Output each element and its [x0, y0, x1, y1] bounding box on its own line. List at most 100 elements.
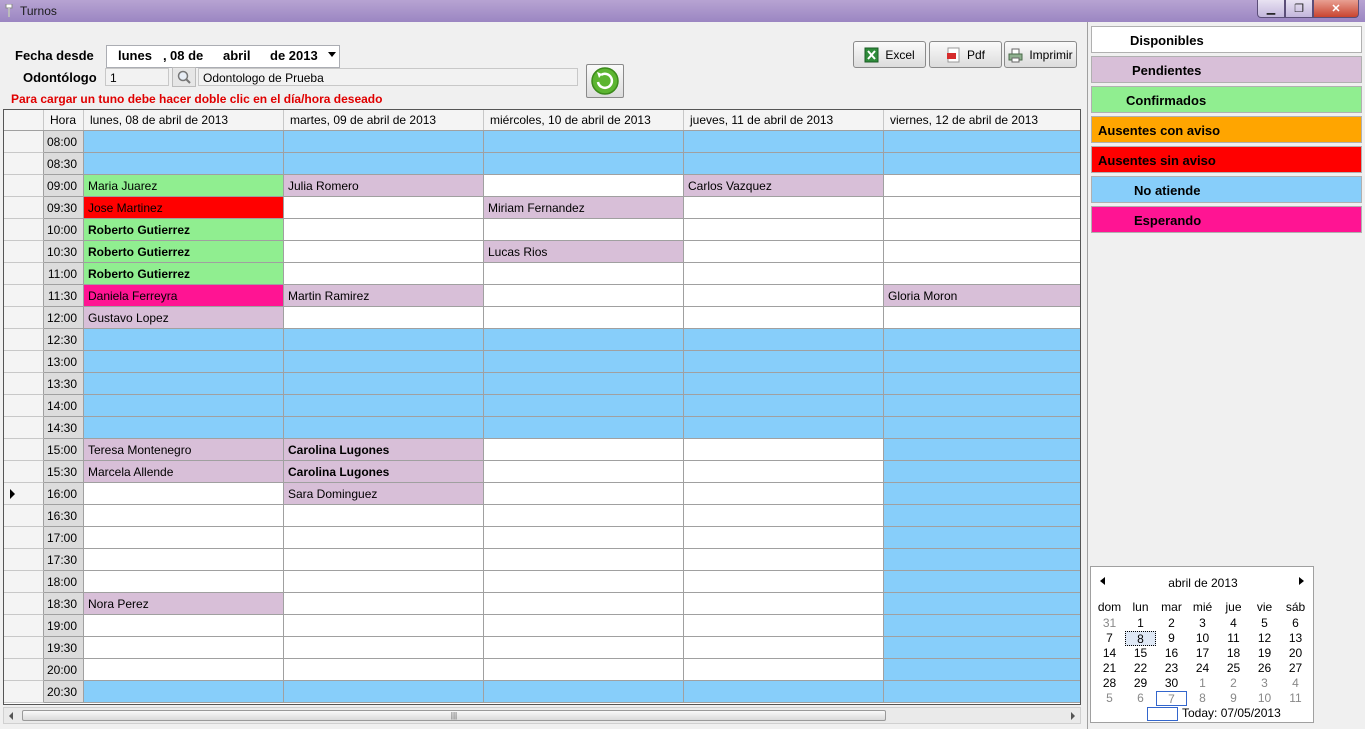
calendar-day[interactable]: 3 — [1249, 676, 1280, 691]
turno-cell[interactable] — [484, 681, 684, 703]
turno-cell[interactable] — [884, 527, 1080, 549]
table-row[interactable]: 19:00 — [4, 615, 1080, 637]
table-row[interactable]: 18:00 — [4, 571, 1080, 593]
turno-cell[interactable] — [84, 373, 284, 395]
turno-cell[interactable] — [84, 505, 284, 527]
close-button[interactable]: ✕ — [1313, 0, 1359, 18]
turno-cell[interactable] — [284, 263, 484, 285]
turno-cell[interactable]: Daniela Ferreyra — [84, 285, 284, 307]
scroll-left-icon[interactable] — [9, 712, 13, 720]
turno-cell[interactable] — [484, 153, 684, 175]
calendar-month-label[interactable]: abril de 2013 — [1091, 576, 1315, 590]
turno-cell[interactable] — [484, 131, 684, 153]
row-header[interactable] — [4, 593, 44, 615]
calendar-day[interactable]: 7 — [1156, 691, 1187, 706]
hora-header[interactable]: Hora — [44, 110, 84, 130]
row-header[interactable] — [4, 439, 44, 461]
turno-cell[interactable] — [84, 549, 284, 571]
row-header[interactable] — [4, 681, 44, 703]
turno-cell[interactable]: Nora Perez — [84, 593, 284, 615]
row-header[interactable] — [4, 571, 44, 593]
day-header[interactable]: miércoles, 10 de abril de 2013 — [484, 110, 684, 130]
calendar-day[interactable]: 9 — [1218, 691, 1249, 706]
turno-cell[interactable]: Carolina Lugones — [284, 461, 484, 483]
turnos-grid[interactable]: Hora lunes, 08 de abril de 2013 martes, 0… — [3, 109, 1081, 705]
today-label[interactable]: Today: 07/05/2013 — [1182, 706, 1281, 720]
row-header[interactable] — [4, 637, 44, 659]
table-row[interactable]: 12:30 — [4, 329, 1080, 351]
turno-cell[interactable] — [84, 527, 284, 549]
turno-cell[interactable] — [884, 153, 1080, 175]
excel-button[interactable]: Excel — [853, 41, 926, 68]
turno-cell[interactable] — [884, 373, 1080, 395]
turno-cell[interactable] — [484, 593, 684, 615]
table-row[interactable]: 12:00 Gustavo Lopez — [4, 307, 1080, 329]
turno-cell[interactable] — [884, 439, 1080, 461]
turno-cell[interactable]: Roberto Gutierrez — [84, 241, 284, 263]
table-row[interactable]: 10:30 Roberto Gutierrez Lucas Rios — [4, 241, 1080, 263]
turno-cell[interactable] — [684, 593, 884, 615]
turno-cell[interactable] — [484, 527, 684, 549]
turno-cell[interactable] — [884, 461, 1080, 483]
turno-cell[interactable] — [884, 593, 1080, 615]
calendar-day[interactable]: 14 — [1094, 646, 1125, 661]
turno-cell[interactable] — [684, 549, 884, 571]
turno-cell[interactable] — [884, 615, 1080, 637]
turno-cell[interactable] — [484, 175, 684, 197]
calendar-day[interactable]: 31 — [1094, 616, 1125, 631]
turno-cell[interactable] — [484, 219, 684, 241]
row-header[interactable] — [4, 373, 44, 395]
turno-cell[interactable] — [284, 527, 484, 549]
turno-cell[interactable] — [884, 681, 1080, 703]
row-header[interactable] — [4, 241, 44, 263]
next-month-icon[interactable] — [1299, 577, 1304, 585]
calendar-day[interactable]: 20 — [1280, 646, 1311, 661]
turno-cell[interactable]: Gloria Moron — [884, 285, 1080, 307]
calendar-day[interactable]: 19 — [1249, 646, 1280, 661]
row-header[interactable] — [4, 131, 44, 153]
turno-cell[interactable] — [684, 329, 884, 351]
turno-cell[interactable] — [484, 373, 684, 395]
turno-cell[interactable] — [284, 593, 484, 615]
turno-cell[interactable] — [484, 615, 684, 637]
turno-cell[interactable] — [484, 637, 684, 659]
turno-cell[interactable] — [684, 131, 884, 153]
date-year[interactable]: de 2013 — [270, 48, 318, 63]
turno-cell[interactable] — [684, 483, 884, 505]
calendar-day[interactable]: 3 — [1187, 616, 1218, 631]
row-header[interactable] — [4, 505, 44, 527]
calendar-day[interactable]: 6 — [1125, 691, 1156, 706]
table-row[interactable]: 14:30 — [4, 417, 1080, 439]
turno-cell[interactable] — [884, 637, 1080, 659]
table-row[interactable]: 15:00 Teresa Montenegro Carolina Lugones — [4, 439, 1080, 461]
row-header[interactable] — [4, 329, 44, 351]
turno-cell[interactable] — [484, 417, 684, 439]
row-header[interactable] — [4, 483, 44, 505]
pdf-button[interactable]: Pdf — [929, 41, 1002, 68]
turno-cell[interactable] — [884, 197, 1080, 219]
scroll-right-icon[interactable] — [1071, 712, 1075, 720]
table-row[interactable]: 18:30 Nora Perez — [4, 593, 1080, 615]
turno-cell[interactable]: Roberto Gutierrez — [84, 219, 284, 241]
turno-cell[interactable] — [684, 681, 884, 703]
row-header[interactable] — [4, 351, 44, 373]
turno-cell[interactable]: Carolina Lugones — [284, 439, 484, 461]
turno-cell[interactable]: Teresa Montenegro — [84, 439, 284, 461]
turno-cell[interactable] — [884, 395, 1080, 417]
turno-cell[interactable] — [684, 505, 884, 527]
turno-cell[interactable] — [84, 153, 284, 175]
calendar-day[interactable]: 13 — [1280, 631, 1311, 646]
turno-cell[interactable] — [884, 131, 1080, 153]
turno-cell[interactable]: Gustavo Lopez — [84, 307, 284, 329]
turno-cell[interactable] — [284, 373, 484, 395]
turno-cell[interactable] — [884, 307, 1080, 329]
turno-cell[interactable] — [684, 461, 884, 483]
refresh-button[interactable] — [586, 64, 624, 98]
calendar-day[interactable]: 30 — [1156, 676, 1187, 691]
calendar-day[interactable]: 11 — [1218, 631, 1249, 646]
turno-cell[interactable] — [484, 483, 684, 505]
turno-cell[interactable] — [84, 395, 284, 417]
turno-cell[interactable] — [284, 197, 484, 219]
turno-cell[interactable] — [684, 417, 884, 439]
turno-cell[interactable] — [684, 395, 884, 417]
